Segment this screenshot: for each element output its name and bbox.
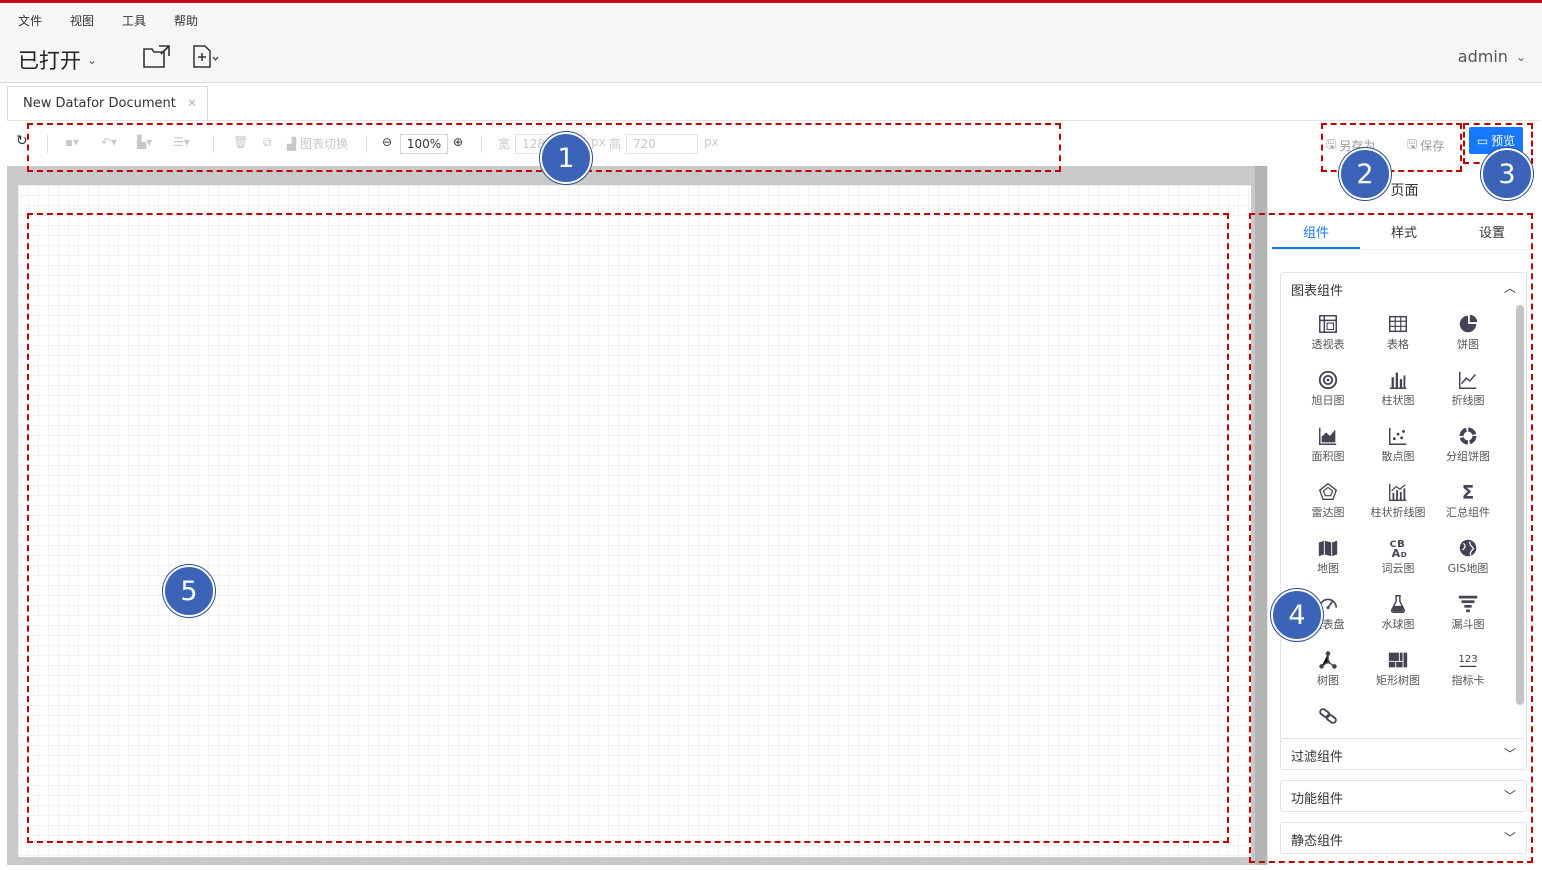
annotation-badge-2: 2 xyxy=(1339,148,1391,200)
user-menu[interactable]: admin ⌄ xyxy=(1458,47,1526,66)
opened-label: 已打开 xyxy=(18,49,81,73)
menu-tools[interactable]: 工具 xyxy=(122,12,146,29)
document-tab[interactable]: New Datafor Document ✕ xyxy=(7,86,208,120)
chevron-down-icon: ⌄ xyxy=(87,53,98,67)
annotation-badge-3: 3 xyxy=(1481,148,1533,200)
close-icon[interactable]: ✕ xyxy=(187,96,197,110)
new-document-icon[interactable] xyxy=(190,43,220,71)
annotation-box-canvas xyxy=(27,213,1229,843)
open-folder-icon[interactable] xyxy=(142,43,172,71)
annotation-badge-4: 4 xyxy=(1271,589,1323,641)
refresh-icon[interactable]: ↻ xyxy=(16,133,28,149)
annotation-badge-1: 1 xyxy=(540,132,592,184)
annotation-badge-5: 5 xyxy=(163,565,215,617)
annotation-box-panel xyxy=(1249,213,1533,863)
menu-bar: 文件 视图 工具 帮助 xyxy=(18,12,198,29)
chevron-down-icon: ⌄ xyxy=(1515,49,1526,64)
app-header: 文件 视图 工具 帮助 已打开 ⌄ admin ⌄ xyxy=(0,3,1542,83)
menu-view[interactable]: 视图 xyxy=(70,12,94,29)
user-name: admin xyxy=(1457,47,1508,66)
document-tab-strip: New Datafor Document ✕ xyxy=(0,84,1542,120)
menu-file[interactable]: 文件 xyxy=(18,12,42,29)
opened-dropdown[interactable]: 已打开 ⌄ xyxy=(18,45,97,75)
menu-help[interactable]: 帮助 xyxy=(174,12,198,29)
document-tab-title: New Datafor Document xyxy=(23,96,176,111)
